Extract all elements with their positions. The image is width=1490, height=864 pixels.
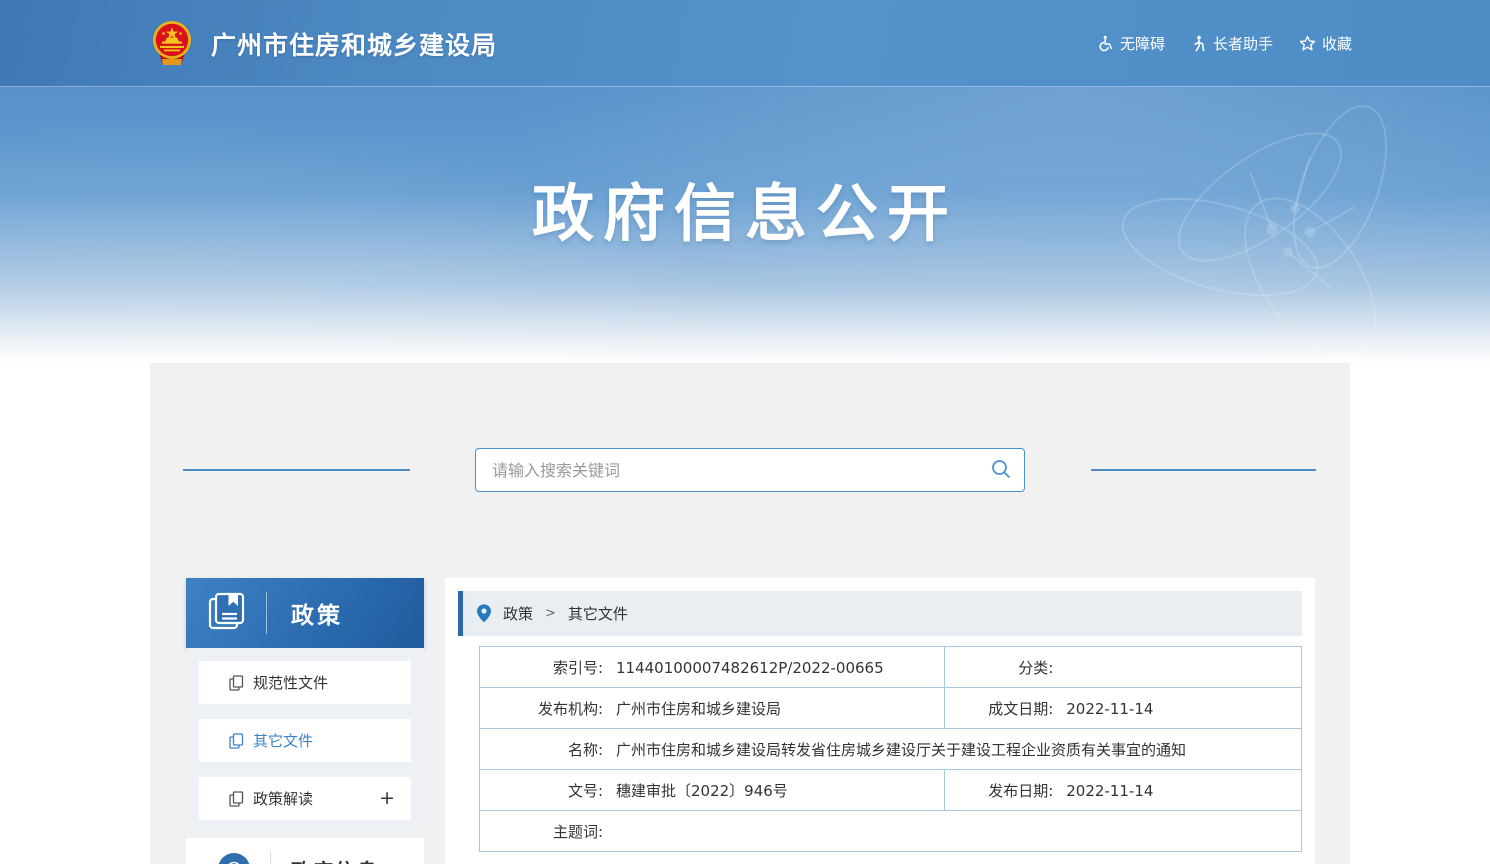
- field-value: 广州市住房和城乡建设局: [616, 700, 781, 718]
- field-value: 穗建审批〔2022〕946号: [616, 782, 788, 800]
- index-number-cell: 索引号: 11440100007482612P/2022-00665: [480, 647, 945, 688]
- elder-person-icon: [1191, 35, 1207, 52]
- breadcrumb-root[interactable]: 政策: [503, 603, 533, 624]
- search-box: [475, 448, 1025, 492]
- topbar: 广州市住房和城乡建设局 无障碍: [0, 0, 1490, 87]
- table-row: 索引号: 11440100007482612P/2022-00665 分类:: [480, 647, 1302, 688]
- accessibility-link[interactable]: 无障碍: [1097, 33, 1165, 54]
- decor-line-left: [183, 469, 410, 471]
- field-label: 名称:: [488, 739, 603, 760]
- sidebar-item-label: 规范性文件: [253, 672, 328, 693]
- location-pin-icon: [477, 604, 491, 623]
- national-emblem-logo: [148, 19, 196, 69]
- field-value: 2022-11-14: [1066, 700, 1153, 718]
- elder-helper-link[interactable]: 长者助手: [1191, 33, 1273, 54]
- site-title: 广州市住房和城乡建设局: [211, 26, 497, 62]
- issuing-agency-cell: 发布机构: 广州市住房和城乡建设局: [480, 688, 945, 729]
- decor-line-right: [1091, 469, 1316, 471]
- search-button[interactable]: [978, 449, 1024, 491]
- document-icon: [229, 733, 244, 749]
- publish-date-cell: 发布日期: 2022-11-14: [945, 770, 1302, 811]
- table-row: 文号: 穗建审批〔2022〕946号 发布日期: 2022-11-14: [480, 770, 1302, 811]
- keywords-cell: 主题词:: [480, 811, 1302, 852]
- elder-helper-label: 长者助手: [1213, 33, 1273, 54]
- sidebar-section-title: 政府信息: [291, 855, 379, 864]
- site-brand[interactable]: 广州市住房和城乡建设局: [148, 0, 497, 87]
- table-row: 发布机构: 广州市住房和城乡建设局 成文日期: 2022-11-14: [480, 688, 1302, 729]
- field-label: 成文日期:: [953, 698, 1053, 719]
- main-panel: 政策 > 其它文件 索引号: 11440100007482612P/2022-00…: [445, 578, 1315, 864]
- content-container: 政策 规范性文件: [150, 363, 1350, 864]
- sidebar-section-title: 政策: [291, 596, 343, 630]
- sidebar-item-label: 其它文件: [253, 730, 313, 751]
- sidebar: 政策 规范性文件: [186, 578, 424, 864]
- header-divider: [270, 851, 271, 864]
- field-value: 2022-11-14: [1066, 782, 1153, 800]
- written-date-cell: 成文日期: 2022-11-14: [945, 688, 1302, 729]
- document-info-table: 索引号: 11440100007482612P/2022-00665 分类: 发布…: [479, 646, 1302, 852]
- field-value: 11440100007482612P/2022-00665: [616, 659, 884, 677]
- field-value: 广州市住房和城乡建设局转发省住房城乡建设厅关于建设工程企业资质有关事宜的通知: [616, 741, 1186, 759]
- breadcrumb: 政策 > 其它文件: [458, 591, 1302, 636]
- breadcrumb-current: 其它文件: [568, 603, 628, 624]
- wheelchair-icon: [1097, 35, 1114, 52]
- field-label: 发布日期:: [953, 780, 1053, 801]
- field-label: 文号:: [488, 780, 603, 801]
- document-icon: [229, 791, 244, 807]
- expand-plus-icon[interactable]: +: [379, 789, 395, 808]
- sidebar-item-other-docs[interactable]: 其它文件: [199, 719, 411, 762]
- sidebar-header-gov-info[interactable]: 政府信息: [186, 838, 424, 864]
- topbar-links: 无障碍 长者助手 收藏: [1097, 0, 1352, 87]
- field-label: 分类:: [953, 657, 1053, 678]
- favorite-link[interactable]: 收藏: [1299, 33, 1352, 54]
- sidebar-item-label: 政策解读: [253, 788, 313, 809]
- search-input[interactable]: [476, 449, 978, 491]
- favorite-label: 收藏: [1322, 33, 1352, 54]
- sidebar-item-normative-docs[interactable]: 规范性文件: [199, 661, 411, 704]
- document-number-cell: 文号: 穗建审批〔2022〕946号: [480, 770, 945, 811]
- field-label: 发布机构:: [488, 698, 603, 719]
- category-cell: 分类:: [945, 647, 1302, 688]
- book-icon: [206, 591, 248, 635]
- star-icon: [1299, 35, 1316, 52]
- header-divider: [266, 592, 267, 634]
- sidebar-item-policy-interpretation[interactable]: 政策解读 +: [199, 777, 411, 820]
- document-icon: [229, 675, 244, 691]
- sidebar-header-policy[interactable]: 政策: [186, 578, 424, 648]
- gov-info-icon: [218, 853, 250, 864]
- field-label: 主题词:: [488, 821, 603, 842]
- search-icon: [990, 458, 1012, 483]
- banner: 政府信息公开: [0, 87, 1490, 363]
- table-row: 名称: 广州市住房和城乡建设局转发省住房城乡建设厅关于建设工程企业资质有关事宜的通…: [480, 729, 1302, 770]
- sidebar-list: 规范性文件 其它文件: [186, 648, 424, 830]
- page-title: 政府信息公开: [0, 163, 1490, 253]
- accessibility-label: 无障碍: [1120, 33, 1165, 54]
- page: 广州市住房和城乡建设局 无障碍: [0, 0, 1490, 864]
- breadcrumb-separator: >: [545, 606, 556, 621]
- document-name-cell: 名称: 广州市住房和城乡建设局转发省住房城乡建设厅关于建设工程企业资质有关事宜的通…: [480, 729, 1302, 770]
- table-row: 主题词:: [480, 811, 1302, 852]
- field-label: 索引号:: [488, 657, 603, 678]
